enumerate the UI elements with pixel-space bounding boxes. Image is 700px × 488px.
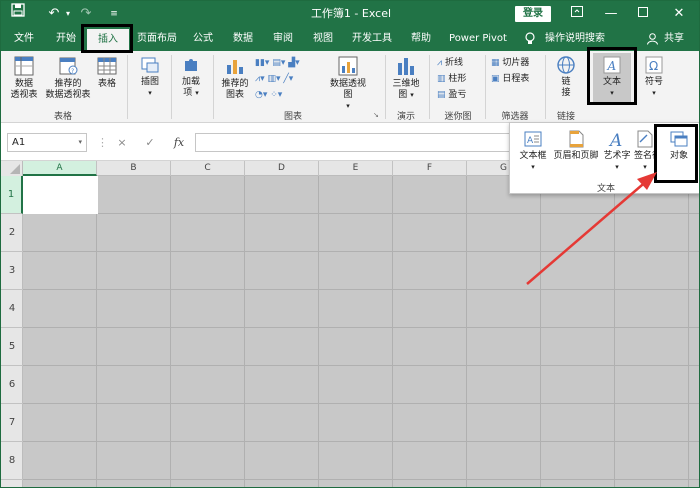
annotation-arrow bbox=[526, 172, 657, 285]
excel-window: ↶ ▾ ↷ ≡ 工作簿1 - Excel 登录 — ✕ 文件 开始 插入 页面布… bbox=[0, 0, 700, 488]
